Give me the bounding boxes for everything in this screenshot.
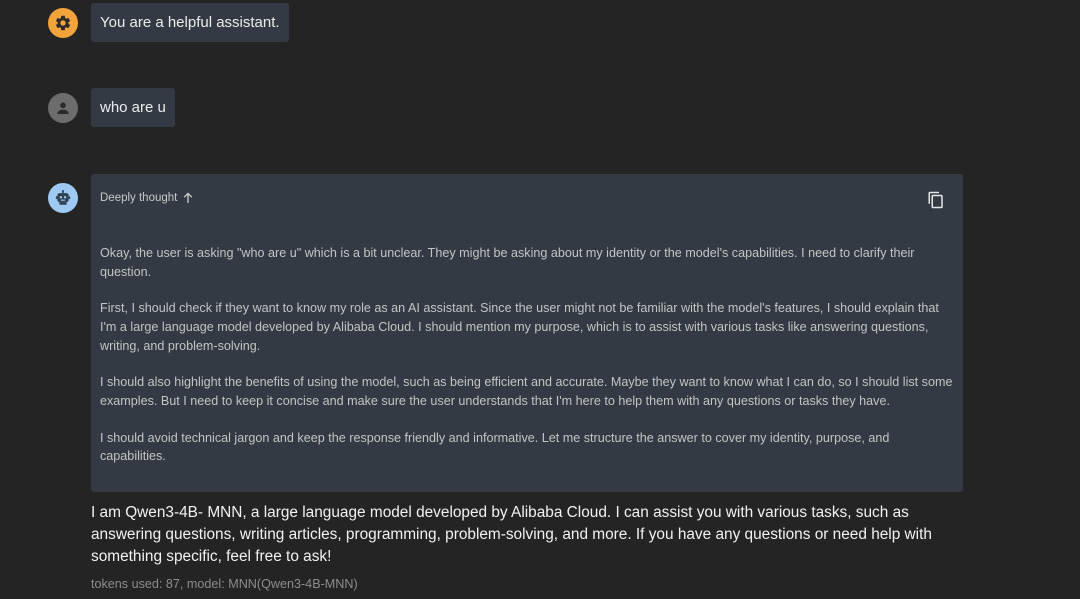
user-avatar	[48, 93, 78, 123]
gear-icon	[54, 14, 72, 32]
robot-icon	[54, 189, 72, 207]
assistant-avatar	[48, 183, 78, 213]
thinking-paragraph: Okay, the user is asking "who are u" whi…	[100, 246, 915, 279]
person-icon	[55, 100, 71, 116]
chat-view: You are a helpful assistant. who are u D…	[0, 0, 1080, 599]
token-usage-info: tokens used: 87, model: MNN(Qwen3-4B-MNN…	[91, 577, 358, 591]
user-message-text: who are u	[100, 99, 166, 116]
thinking-paragraph: First, I should check if they want to kn…	[100, 301, 939, 353]
thinking-label: Deeply thought	[100, 192, 178, 204]
thinking-content: Okay, the user is asking "who are u" whi…	[100, 244, 956, 484]
user-message: who are u	[91, 88, 175, 127]
thinking-paragraph: I should avoid technical jargon and keep…	[100, 430, 890, 464]
assistant-answer: I am Qwen3-4B- MNN, a large language mod…	[91, 504, 932, 565]
thinking-panel: Deeply thought Okay, the user is asking …	[91, 174, 963, 492]
copy-icon	[927, 191, 945, 213]
system-message-text: You are a helpful assistant.	[100, 14, 280, 31]
thinking-toggle[interactable]: Deeply thought	[100, 192, 193, 204]
arrow-up-icon	[183, 192, 193, 204]
system-message: You are a helpful assistant.	[91, 3, 289, 42]
thinking-paragraph: I should also highlight the benefits of …	[100, 375, 953, 408]
copy-button[interactable]	[927, 191, 945, 209]
system-avatar	[48, 8, 78, 38]
